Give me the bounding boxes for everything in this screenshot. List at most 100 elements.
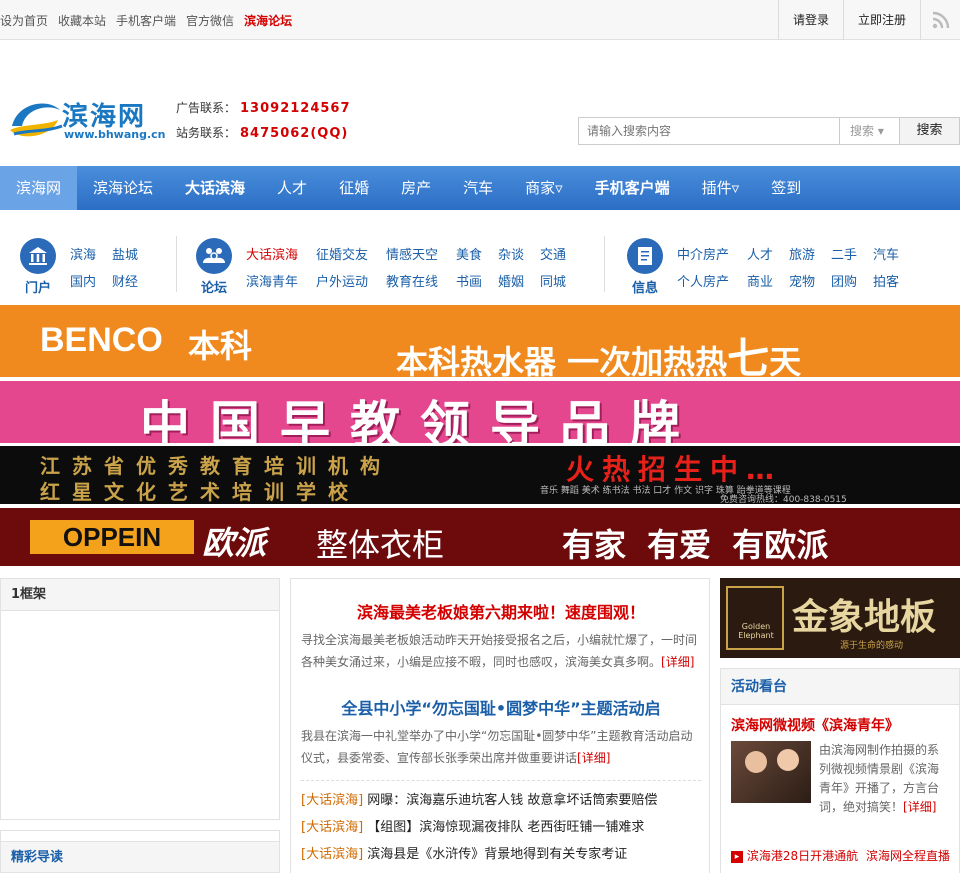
golden-elephant-ad[interactable]: Golden Elephant 金象地板 源于生命的感动 — [720, 578, 960, 658]
ad-brand-text: 金象地板 — [792, 597, 937, 638]
portal-link-domestic[interactable]: 国内 — [70, 271, 96, 290]
training-line1: 江苏省优秀教育培训机构 — [40, 454, 392, 478]
info-link-car[interactable]: 汽车 — [873, 244, 899, 263]
detail-link-2[interactable]: [详细] — [577, 751, 610, 765]
info-link-talent[interactable]: 人才 — [747, 244, 773, 263]
portal-icon — [20, 238, 56, 274]
headline-body-1-text: 寻找全滨海最美老板娘活动昨天开始接受报名之后，小编就忙爆了，一时间各种美女涌过来… — [301, 633, 698, 669]
training-line2: 红星文化艺术培训学校 — [40, 480, 360, 504]
info-label: 信息 — [631, 281, 658, 296]
benco-ad-banner[interactable]: BENCO 本科 本科热水器 一次加热热七天 — [0, 305, 960, 377]
top-bar: 设为首页 收藏本站 手机客户端 官方微信 滨海论坛 请登录 立即注册 — [0, 0, 960, 40]
oppein-ad-banner[interactable]: OPPEIN 欧派 整体衣柜 有家 有爱 有欧派 — [0, 508, 960, 566]
oppein-product: 整体衣柜 — [316, 526, 445, 564]
info-icon — [627, 238, 663, 274]
nav-plugin[interactable]: 插件▿ — [686, 166, 756, 210]
mobile-client-link[interactable]: 手机客户端 — [116, 12, 176, 29]
nav-merchant[interactable]: 商家▿ — [509, 166, 579, 210]
list-item-text[interactable]: 【组图】滨海惊现漏夜排队 老西街旺铺一铺难求 — [367, 820, 644, 835]
list-item-text[interactable]: 滨海县是《水浒传》背景地得到有关专家考证 — [367, 847, 627, 862]
forum-link-outdoor[interactable]: 户外运动 — [316, 271, 368, 290]
main-nav: 滨海网 滨海论坛 大话滨海 人才 征婚 房产 汽车 商家▿ 手机客户端 插件▿ … — [0, 166, 960, 210]
training-school-ad-banner[interactable]: 江苏省优秀教育培训机构 红星文化艺术培训学校 火热招生中… 音乐 舞蹈 美术 练… — [0, 446, 960, 504]
list-item[interactable]: [大话滨海] 滨海县是《水浒传》背景地得到有关专家考证 — [301, 841, 701, 868]
set-homepage-link[interactable]: 设为首页 — [0, 12, 48, 29]
play-icon: ▸ — [731, 850, 743, 863]
wechat-link[interactable]: 官方微信 — [186, 12, 234, 29]
forum-link[interactable]: 滨海论坛 — [244, 12, 292, 29]
list-item-tag[interactable]: [大话滨海] — [301, 793, 363, 808]
quick-links: 门户 滨海 盐城 国内 财经 论坛 大话滨海 征婚交友 情感天空 美食 杂谈 交… — [0, 226, 960, 300]
divider — [176, 236, 177, 292]
nav-house[interactable]: 房产 — [385, 166, 447, 210]
frame-box: 1框架 — [0, 578, 280, 820]
nav-home[interactable]: 滨海网 — [0, 166, 78, 210]
forum-link-youth[interactable]: 滨海青年 — [246, 271, 298, 290]
search-box: 搜索 ▾ 搜索 — [578, 117, 960, 145]
nav-dahua[interactable]: 大话滨海 — [169, 166, 261, 210]
info-link-photo[interactable]: 拍客 — [873, 271, 899, 290]
video-thumbnail[interactable] — [731, 741, 811, 803]
oppein-slogan: 有家 有爱 有欧派 — [562, 526, 829, 564]
search-type-select[interactable]: 搜索 ▾ — [840, 117, 900, 145]
forum-link-education[interactable]: 教育在线 — [386, 271, 438, 290]
headline-title-1[interactable]: 滨海最美老板娘第六期来啦！速度围观！ — [291, 599, 711, 623]
search-type-label: 搜索 — [850, 124, 875, 138]
info-link-business[interactable]: 商业 — [747, 271, 773, 290]
info-link-secondhand[interactable]: 二手 — [831, 244, 857, 263]
forum-link-dahua[interactable]: 大话滨海 — [246, 244, 298, 263]
list-item-tag[interactable]: [大话滨海] — [301, 847, 363, 862]
live-news-a[interactable]: 滨海港28日开港通航 — [747, 849, 858, 863]
benco-brand: BENCO — [40, 321, 163, 359]
ad-contact-label: 广告联系： — [176, 101, 237, 115]
info-link-group[interactable]: 团购 — [831, 271, 857, 290]
bookmark-link[interactable]: 收藏本站 — [58, 12, 106, 29]
nav-mobile[interactable]: 手机客户端 — [579, 166, 686, 210]
portal-link-binhai[interactable]: 滨海 — [70, 244, 96, 263]
register-button[interactable]: 立即注册 — [842, 0, 920, 40]
list-item-text[interactable]: 网曝：滨海嘉乐迪坑客人钱 故意拿坏话筒索要赔偿 — [367, 793, 657, 808]
forum-link-misc[interactable]: 杂谈 — [498, 244, 524, 263]
portal-link-finance[interactable]: 财经 — [112, 271, 138, 290]
early-education-ad-banner[interactable]: 中国早教领导品牌 — [0, 381, 960, 443]
search-button[interactable]: 搜索 — [900, 117, 960, 145]
info-link-pet[interactable]: 宠物 — [789, 271, 815, 290]
live-news-b[interactable]: 滨海网全程直播 — [866, 849, 950, 863]
forum-link-marriage[interactable]: 婚姻 — [498, 271, 524, 290]
nav-dating[interactable]: 征婚 — [323, 166, 385, 210]
login-button[interactable]: 请登录 — [777, 0, 843, 40]
list-item[interactable]: [大话滨海] 网曝：滨海嘉乐迪坑客人钱 故意拿坏话筒索要赔偿 — [301, 787, 701, 814]
station-contact-value: 8475062(QQ) — [240, 126, 349, 141]
video-title[interactable]: 滨海网微视频《滨海青年》 — [731, 715, 899, 735]
highlights-title: 精彩导读 — [1, 841, 279, 873]
search-input[interactable] — [578, 117, 840, 145]
headline-title-2[interactable]: 全县中小学“勿忘国耻•圆梦中华”主题活动启 — [291, 695, 711, 719]
chevron-down-icon: ▾ — [877, 124, 884, 138]
forum-link-traffic[interactable]: 交通 — [540, 244, 566, 263]
list-item-tag[interactable]: [大话滨海] — [301, 820, 363, 835]
info-link-agency-house[interactable]: 中介房产 — [677, 244, 729, 263]
rss-icon[interactable] — [920, 0, 960, 40]
activity-box: 活动看台 滨海网微视频《滨海青年》 由滨海网制作拍摄的系列微视频情景剧《滨海青年… — [720, 668, 960, 873]
detail-link-1[interactable]: [详细] — [661, 655, 694, 669]
nav-forum[interactable]: 滨海论坛 — [77, 166, 169, 210]
nav-talent[interactable]: 人才 — [261, 166, 323, 210]
activity-box-title: 活动看台 — [721, 669, 959, 705]
nav-checkin[interactable]: 签到 — [755, 166, 817, 210]
video-detail-link[interactable]: [详细] — [903, 800, 936, 814]
divider — [301, 780, 701, 781]
forum-link-dating[interactable]: 征婚交友 — [316, 244, 368, 263]
info-link-personal-house[interactable]: 个人房产 — [677, 271, 729, 290]
list-item[interactable]: [大话滨海] 【组图】滨海惊现漏夜排队 老西街旺铺一铺难求 — [301, 814, 701, 841]
training-phone: 免费咨询热线：400-838-0515 — [720, 495, 847, 504]
nav-car[interactable]: 汽车 — [447, 166, 509, 210]
headline-body-1: 寻找全滨海最美老板娘活动昨天开始接受报名之后，小编就忙爆了，一时间各种美女涌过来… — [301, 629, 701, 673]
portal-link-yancheng[interactable]: 盐城 — [112, 244, 138, 263]
forum-link-painting[interactable]: 书画 — [456, 271, 482, 290]
info-link-travel[interactable]: 旅游 — [789, 244, 815, 263]
forum-link-food[interactable]: 美食 — [456, 244, 482, 263]
live-news-line: ▸ 滨海港28日开港通航 滨海网全程直播 — [731, 847, 950, 864]
forum-link-local[interactable]: 同城 — [540, 271, 566, 290]
forum-link-emotion[interactable]: 情感天空 — [386, 244, 438, 263]
headline-body-2-text: 我县在滨海一中礼堂举办了中小学“勿忘国耻•圆梦中华”主题教育活动启动仪式，县委常… — [301, 729, 693, 765]
